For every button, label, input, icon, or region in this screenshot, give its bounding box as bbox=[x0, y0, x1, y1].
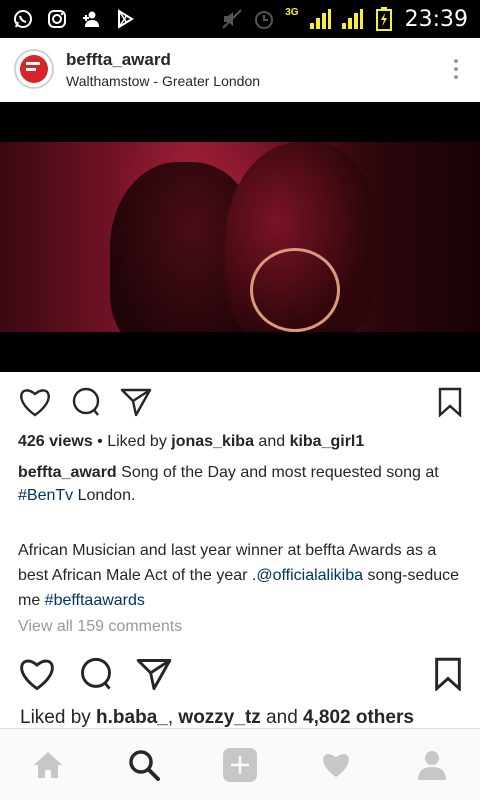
add-post-icon[interactable] bbox=[216, 741, 264, 789]
post-video[interactable] bbox=[0, 102, 480, 372]
others-likes-link[interactable]: 4,802 others bbox=[303, 707, 414, 728]
liker-link[interactable]: h.baba_ bbox=[96, 707, 168, 728]
more-options-icon[interactable] bbox=[446, 54, 466, 84]
post-caption: beffta_award Song of the Day and most re… bbox=[18, 464, 439, 504]
network-type: 3G bbox=[285, 6, 299, 18]
whatsapp-icon bbox=[12, 8, 34, 30]
clock: 23:39 bbox=[404, 6, 468, 32]
liker-link[interactable]: wozzy_tz bbox=[178, 707, 260, 728]
share-icon[interactable] bbox=[136, 656, 172, 692]
alarm-icon bbox=[253, 8, 275, 30]
bookmark-icon[interactable] bbox=[438, 387, 462, 417]
activity-heart-icon[interactable] bbox=[312, 741, 360, 789]
post-header: beffta_award Walthamstow - Greater Londo… bbox=[0, 38, 480, 100]
share-icon[interactable] bbox=[120, 386, 152, 418]
post-username[interactable]: beffta_award bbox=[66, 50, 260, 70]
post-location[interactable]: Walthamstow - Greater London bbox=[66, 73, 260, 89]
liker-link[interactable]: jonas_kiba bbox=[171, 433, 254, 450]
views-and-likes: 426 views • Liked by jonas_kiba and kiba… bbox=[18, 433, 365, 450]
comment-icon[interactable] bbox=[78, 656, 114, 692]
comment-icon[interactable] bbox=[70, 386, 102, 418]
instagram-icon bbox=[46, 8, 68, 30]
view-count[interactable]: 426 views bbox=[18, 433, 93, 450]
liker-link[interactable]: kiba_girl1 bbox=[290, 433, 365, 450]
avatar[interactable] bbox=[14, 49, 54, 89]
caption-username[interactable]: beffta_award bbox=[18, 464, 117, 481]
signal-icon bbox=[341, 8, 363, 30]
like-heart-icon[interactable] bbox=[18, 387, 52, 417]
post-actions bbox=[0, 382, 480, 422]
search-icon[interactable] bbox=[120, 741, 168, 789]
hashtag-link[interactable]: #befftaawards bbox=[45, 592, 145, 609]
like-heart-icon[interactable] bbox=[18, 657, 56, 691]
hashtag-link[interactable]: #BenTv bbox=[18, 487, 73, 504]
home-icon[interactable] bbox=[24, 741, 72, 789]
next-post-likes: Liked by h.baba_, wozzy_tz and 4,802 oth… bbox=[20, 707, 414, 728]
signal-icon bbox=[309, 8, 331, 30]
mute-icon bbox=[221, 8, 243, 30]
video-frame bbox=[0, 142, 480, 332]
bottom-tab-bar bbox=[0, 728, 480, 800]
profile-icon[interactable] bbox=[408, 741, 456, 789]
view-all-comments-link[interactable]: View all 159 comments bbox=[18, 618, 468, 636]
battery-charging-icon bbox=[373, 7, 395, 31]
bookmark-icon[interactable] bbox=[434, 657, 462, 691]
next-post-actions bbox=[0, 652, 480, 696]
add-user-icon bbox=[80, 8, 102, 30]
mention-link[interactable]: @officialalikiba bbox=[256, 567, 363, 584]
status-bar: 3G 23:39 bbox=[0, 0, 480, 38]
post-caption-continued: African Musician and last year winner at… bbox=[18, 542, 460, 609]
play-store-icon bbox=[114, 8, 136, 30]
